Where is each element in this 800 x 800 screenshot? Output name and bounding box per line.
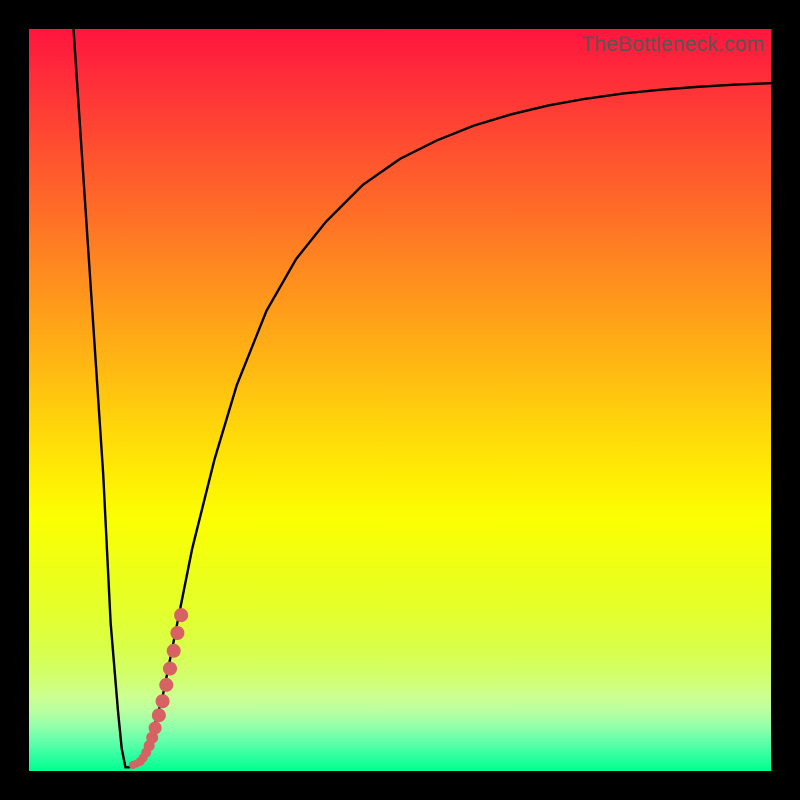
marker-dot <box>159 678 173 692</box>
plot-area: TheBottleneck.com <box>29 29 771 771</box>
marker-dot <box>152 708 166 722</box>
marker-dot <box>170 626 184 640</box>
chart-frame: TheBottleneck.com <box>0 0 800 800</box>
marker-dot <box>163 662 177 676</box>
marker-dot <box>167 644 181 658</box>
marker-dot <box>174 608 188 622</box>
curve-layer <box>29 29 771 771</box>
marker-dot <box>149 721 162 734</box>
watermark-text: TheBottleneck.com <box>582 33 765 57</box>
marker-group <box>129 608 188 769</box>
bottleneck-curve-path <box>74 29 771 767</box>
marker-dot <box>156 694 170 708</box>
